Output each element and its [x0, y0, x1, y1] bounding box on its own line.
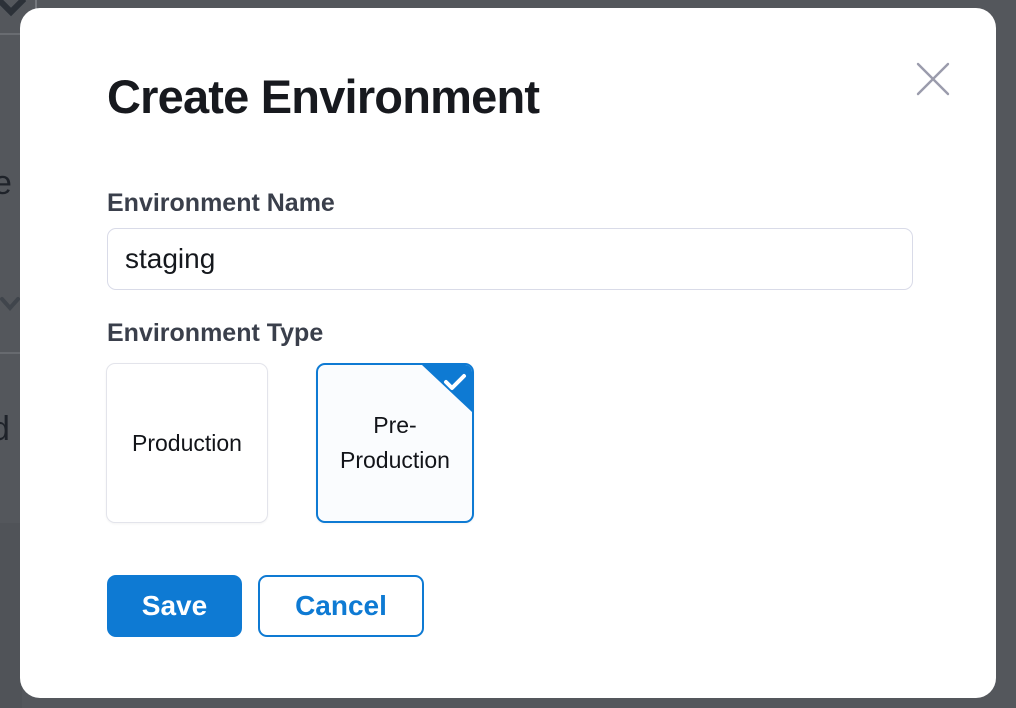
create-environment-dialog: Create Environment Environment Name Envi…: [20, 8, 996, 698]
background-band: [0, 523, 22, 708]
chevron-down-icon: [0, 296, 22, 312]
background-divider: [0, 33, 22, 35]
option-label: Pre-Production: [318, 408, 472, 478]
environment-type-option-pre-production[interactable]: Pre-Production: [316, 363, 474, 523]
environment-name-input[interactable]: [107, 228, 913, 290]
environment-type-label: Environment Type: [107, 318, 323, 348]
background-text-fragment: d: [0, 410, 10, 449]
environment-type-options: Production Pre-Production: [106, 363, 474, 523]
environment-name-label: Environment Name: [107, 188, 335, 218]
selected-corner-badge: [422, 365, 472, 412]
chevron-down-icon: [0, 0, 26, 18]
background-divider: [0, 352, 22, 354]
dialog-title: Create Environment: [107, 70, 539, 124]
option-label: Production: [118, 426, 256, 461]
cancel-button[interactable]: Cancel: [258, 575, 424, 637]
environment-type-option-production[interactable]: Production: [106, 363, 268, 523]
background-text-fragment: e: [0, 164, 12, 203]
close-icon[interactable]: [914, 60, 952, 98]
save-button[interactable]: Save: [107, 575, 242, 637]
dialog-actions: Save Cancel: [107, 575, 424, 637]
check-icon: [443, 372, 467, 392]
